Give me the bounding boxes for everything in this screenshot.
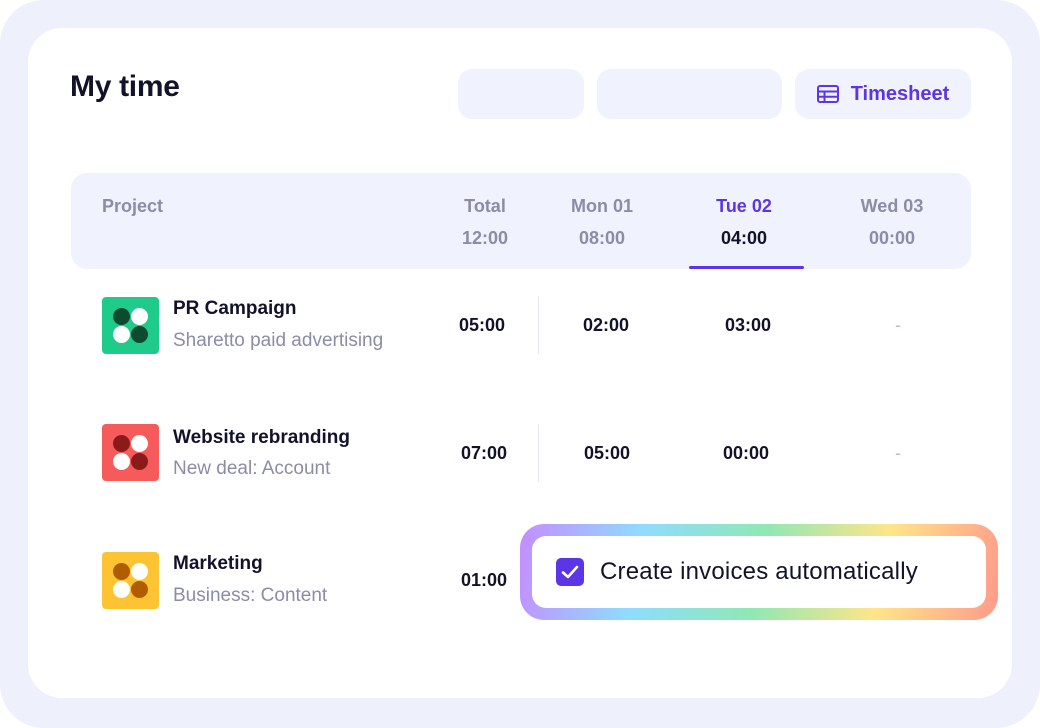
project-subtitle: New deal: Account [173, 458, 331, 479]
column-divider [538, 296, 539, 354]
page-title: My time [70, 70, 180, 103]
project-icon [102, 424, 159, 481]
column-project: Project [102, 196, 164, 216]
invoice-toggle-card: Create invoices automatically [520, 524, 998, 620]
wed-cell[interactable]: - [838, 443, 958, 464]
project-icon [102, 552, 159, 609]
total-cell: 07:00 [460, 443, 508, 463]
tab-wed-03-value: 00:00 [868, 228, 916, 248]
project-name[interactable]: Website rebranding [173, 427, 350, 449]
tue-cell[interactable]: 00:00 [686, 443, 806, 464]
create-invoices-toggle[interactable]: Create invoices automatically [532, 536, 986, 608]
tab-mon-01-value: 08:00 [578, 228, 626, 248]
table-icon [816, 85, 839, 103]
table-header [71, 173, 971, 269]
create-invoices-label: Create invoices automatically [600, 558, 918, 585]
filter-button-2[interactable] [597, 69, 782, 119]
tab-tue-02-value: 04:00 [720, 228, 768, 248]
timesheet-button[interactable]: Timesheet [795, 69, 971, 119]
tab-wed-03[interactable]: Wed 03 [832, 196, 952, 217]
tab-mon-01[interactable]: Mon 01 [542, 196, 662, 217]
tue-cell[interactable]: 03:00 [688, 315, 808, 336]
timesheet-label: Timesheet [850, 82, 950, 105]
total-cell: 05:00 [458, 315, 506, 335]
active-tab-indicator [689, 266, 804, 269]
project-subtitle: Business: Content [173, 585, 328, 606]
project-subtitle: Sharetto paid advertising [173, 330, 384, 351]
tab-tue-02[interactable]: Tue 02 [684, 196, 804, 217]
project-name[interactable]: PR Campaign [173, 298, 297, 320]
filter-button-1[interactable] [458, 69, 584, 119]
wed-cell[interactable]: - [838, 315, 958, 336]
checkbox-checked-icon[interactable] [556, 558, 584, 586]
mon-cell[interactable]: 02:00 [546, 315, 666, 336]
column-total-value: 12:00 [461, 228, 509, 248]
mon-cell[interactable]: 05:00 [547, 443, 667, 464]
project-icon [102, 297, 159, 354]
column-divider [538, 424, 539, 482]
column-total: Total [464, 196, 506, 216]
project-name[interactable]: Marketing [173, 553, 263, 575]
